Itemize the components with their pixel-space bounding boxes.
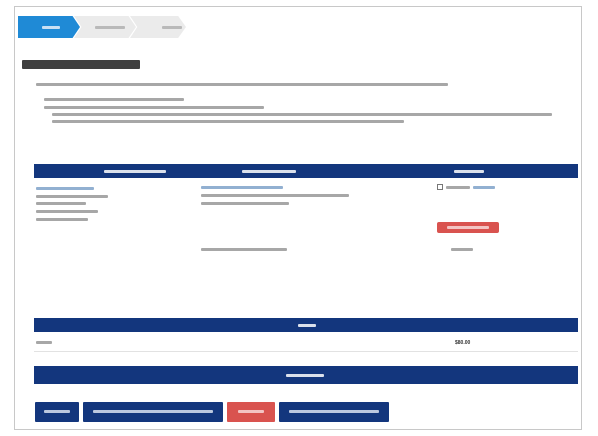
class-registration-cost-label bbox=[201, 248, 287, 251]
checkout-button[interactable] bbox=[35, 402, 79, 422]
student-email bbox=[36, 195, 108, 198]
step-last-label bbox=[162, 26, 182, 29]
total-header bbox=[34, 318, 578, 332]
request-company-pay-button-label bbox=[93, 410, 213, 413]
student-address-line1 bbox=[36, 202, 86, 205]
class-registration-cost-amount bbox=[451, 248, 473, 251]
step-first-label bbox=[42, 26, 60, 29]
bullet-company-billing bbox=[44, 106, 264, 109]
request-company-pay-button[interactable] bbox=[83, 402, 223, 422]
checkout-header bbox=[34, 366, 578, 384]
total-divider bbox=[34, 351, 578, 352]
total-amount: $80.00 bbox=[455, 340, 471, 346]
class-location bbox=[201, 202, 289, 205]
agree-to-text bbox=[446, 186, 470, 189]
policies-link[interactable] bbox=[473, 186, 495, 189]
checkout-header-label bbox=[286, 374, 324, 377]
total-label bbox=[36, 341, 52, 344]
intro-text bbox=[36, 83, 448, 86]
clear-cart-button-label bbox=[238, 410, 264, 413]
col-student-details bbox=[104, 170, 166, 173]
class-name-link[interactable] bbox=[201, 186, 283, 189]
bullet-company-note-line1 bbox=[52, 113, 552, 116]
bullet-company-note-line2 bbox=[52, 120, 404, 123]
student-name-link[interactable] bbox=[36, 187, 94, 190]
bullet-credit-card bbox=[44, 98, 184, 101]
cart-table-header bbox=[34, 164, 578, 178]
agree-policies-checkbox[interactable] bbox=[437, 184, 443, 190]
remove-class-button[interactable] bbox=[437, 222, 499, 233]
student-address-line2 bbox=[36, 210, 98, 213]
checkout-button-label bbox=[44, 410, 70, 413]
class-start-date bbox=[201, 194, 349, 197]
step-second-label bbox=[95, 26, 125, 29]
clear-cart-button[interactable] bbox=[227, 402, 275, 422]
total-header-label bbox=[298, 324, 316, 327]
page-title bbox=[22, 60, 140, 69]
remove-class-button-label bbox=[447, 226, 489, 229]
choose-additional-classes-button-label bbox=[289, 410, 379, 413]
col-amount bbox=[454, 170, 484, 173]
choose-additional-classes-button[interactable] bbox=[279, 402, 389, 422]
student-phone bbox=[36, 218, 88, 221]
col-class-details bbox=[242, 170, 296, 173]
